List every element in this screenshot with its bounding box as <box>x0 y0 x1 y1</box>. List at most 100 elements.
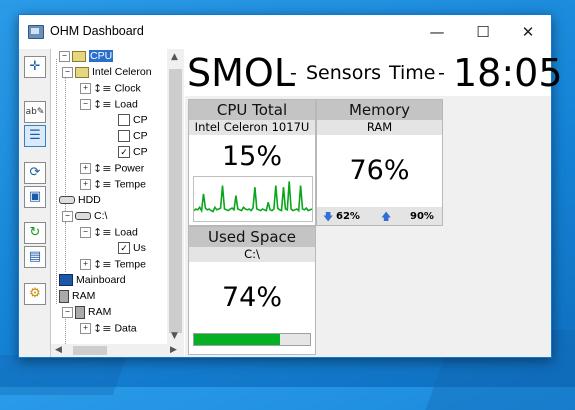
tree-node-power[interactable]: + ↕≡ Power <box>80 161 144 176</box>
tree-node-sensor[interactable]: ✓ CP <box>118 145 148 160</box>
sensors-label: Sensors <box>306 62 382 84</box>
minimize-button[interactable]: — <box>414 15 460 49</box>
cpu-load-graph <box>193 176 313 222</box>
expand-icon[interactable]: + <box>80 163 91 174</box>
scroll-up-arrow-icon[interactable]: ▲ <box>171 52 178 62</box>
tree-node-data[interactable]: + ↕≡ Data <box>80 321 137 336</box>
sensor-group-icon: ↕≡ <box>93 162 112 175</box>
tree-node-intel-celeron[interactable]: − Intel Celeron <box>62 65 152 80</box>
memory-min-value: 62% <box>336 211 360 222</box>
hdd-icon <box>59 196 75 205</box>
collapse-icon[interactable]: − <box>62 210 73 222</box>
dashboard-header: SMOL - Sensors Time - 18:05 <box>185 49 563 96</box>
expand-icon[interactable]: + <box>80 323 91 334</box>
tree-node-drive-c[interactable]: − C:\ <box>62 209 107 224</box>
time-label: Time <box>389 62 436 84</box>
tree-node-temperature[interactable]: + ↕≡ Tempe <box>80 257 146 272</box>
scroll-left-arrow-icon[interactable]: ◀ <box>55 345 62 355</box>
clock-time: 18:05 <box>453 51 563 95</box>
collapse-icon[interactable]: − <box>62 306 73 318</box>
card-title: Memory <box>317 100 442 120</box>
collapse-icon[interactable]: − <box>80 99 91 110</box>
card-subtitle: Intel Celeron 1017U <box>189 120 315 135</box>
sensor-group-icon: ↕≡ <box>93 226 112 239</box>
add-icon[interactable]: ✛ <box>24 56 46 78</box>
left-toolbar: ✛ ab✎ ☰ ⟳ ▣ ↻ ▤ ⚙ <box>19 49 51 357</box>
sensor-checkbox[interactable] <box>118 130 130 143</box>
tree-horizontal-scrollbar[interactable]: ◀ ▶ <box>51 344 184 357</box>
hdd-icon <box>75 212 91 221</box>
collapse-icon[interactable]: − <box>59 50 70 62</box>
cpu-chip-icon <box>75 66 89 78</box>
dashboard-panel: SMOL - Sensors Time - 18:05 CPU Total In… <box>185 49 563 357</box>
cpu-total-card: CPU Total Intel Celeron 1017U 15% <box>188 99 316 226</box>
list-view-icon[interactable]: ☰ <box>24 125 46 147</box>
card-subtitle: RAM <box>317 120 442 135</box>
tree-node-sensor[interactable]: CP <box>118 113 148 128</box>
cpu-chip-icon <box>72 50 86 62</box>
tree-node-ram-device[interactable]: − RAM <box>62 305 111 320</box>
tree-node-load[interactable]: − ↕≡ Load <box>80 97 138 112</box>
header-separator: - <box>438 62 445 84</box>
tree-node-mainboard[interactable]: Mainboard <box>59 273 126 288</box>
tree-node-hdd[interactable]: HDD <box>59 193 101 208</box>
ram-icon <box>75 305 85 319</box>
save-icon[interactable]: ▤ <box>24 246 46 268</box>
header-separator: - <box>290 62 297 84</box>
refresh-sensors-icon[interactable]: ⟳ <box>24 162 46 184</box>
cpu-load-line <box>193 181 313 214</box>
cpu-load-sparkline <box>193 181 313 214</box>
app-icon <box>28 25 44 39</box>
tree-node-load[interactable]: − ↕≡ Load <box>80 225 138 240</box>
monitor-icon[interactable]: ▣ <box>24 186 46 208</box>
scroll-down-arrow-icon[interactable]: ▼ <box>171 331 178 341</box>
settings-gear-icon[interactable]: ⚙ <box>24 283 46 305</box>
ram-icon <box>59 289 69 303</box>
expand-icon[interactable]: + <box>80 83 91 94</box>
memory-max-value: 90% <box>410 211 434 222</box>
collapse-icon[interactable]: − <box>62 66 73 78</box>
memory-min-max: 🡇 62% 🡅 90% <box>317 207 442 225</box>
scrollbar-thumb[interactable] <box>169 69 182 333</box>
rename-icon[interactable]: ab✎ <box>24 101 46 123</box>
sensor-tree[interactable]: − CPU − Intel Celeron + ↕≡ Clock − ↕≡ Load CP … <box>51 49 167 344</box>
collapse-icon[interactable]: − <box>80 227 91 238</box>
sensor-group-icon: ↕≡ <box>93 258 112 271</box>
expand-icon[interactable]: + <box>80 259 91 270</box>
card-title: CPU Total <box>189 100 315 120</box>
window-title: OHM Dashboard <box>50 24 144 38</box>
card-subtitle: C:\ <box>189 247 315 262</box>
sensor-group-icon: ↕≡ <box>93 98 112 111</box>
tree-node-ram[interactable]: RAM <box>59 289 95 304</box>
expand-icon[interactable]: + <box>80 179 91 190</box>
used-space-value: 74% <box>221 282 282 313</box>
scroll-right-arrow-icon[interactable]: ▶ <box>170 345 177 355</box>
title-bar[interactable]: OHM Dashboard — ☐ ✕ <box>19 15 551 49</box>
arrow-up-icon: 🡅 <box>381 212 392 223</box>
tree-node-sensor[interactable]: CP <box>118 129 148 144</box>
sensor-group-icon: ↕≡ <box>93 82 112 95</box>
tree-node-sensor[interactable]: ✓ Us <box>118 241 146 256</box>
sensor-checkbox[interactable] <box>118 114 130 127</box>
sensor-group-icon: ↕≡ <box>93 178 112 191</box>
reload-icon[interactable]: ↻ <box>24 222 46 244</box>
sensor-checkbox-checked[interactable]: ✓ <box>118 242 130 255</box>
used-space-progress-bar <box>193 333 311 346</box>
tree-node-cpu[interactable]: − CPU <box>59 49 114 64</box>
tree-node-temperature[interactable]: + ↕≡ Tempe <box>80 177 146 192</box>
scrollbar-thumb[interactable] <box>73 346 107 355</box>
card-title: Used Space <box>189 227 315 247</box>
memory-load-value: 76% <box>349 155 410 186</box>
close-button[interactable]: ✕ <box>505 15 551 49</box>
mainboard-icon <box>59 274 73 287</box>
tree-node-clock[interactable]: + ↕≡ Clock <box>80 81 141 96</box>
machine-name: SMOL <box>187 51 295 95</box>
progress-fill <box>194 334 280 345</box>
cpu-load-value: 15% <box>221 141 282 172</box>
sensor-checkbox-checked[interactable]: ✓ <box>118 146 130 159</box>
used-space-card: Used Space C:\ 74% <box>188 226 316 355</box>
memory-card: Memory RAM 76% 🡇 62% 🡅 90% <box>316 99 443 226</box>
tree-vertical-scrollbar[interactable]: ▲ ▼ <box>167 49 184 344</box>
app-window: OHM Dashboard — ☐ ✕ ✛ ab✎ ☰ ⟳ ▣ ↻ ▤ ⚙ − C… <box>18 14 563 358</box>
maximize-button[interactable]: ☐ <box>460 15 506 49</box>
